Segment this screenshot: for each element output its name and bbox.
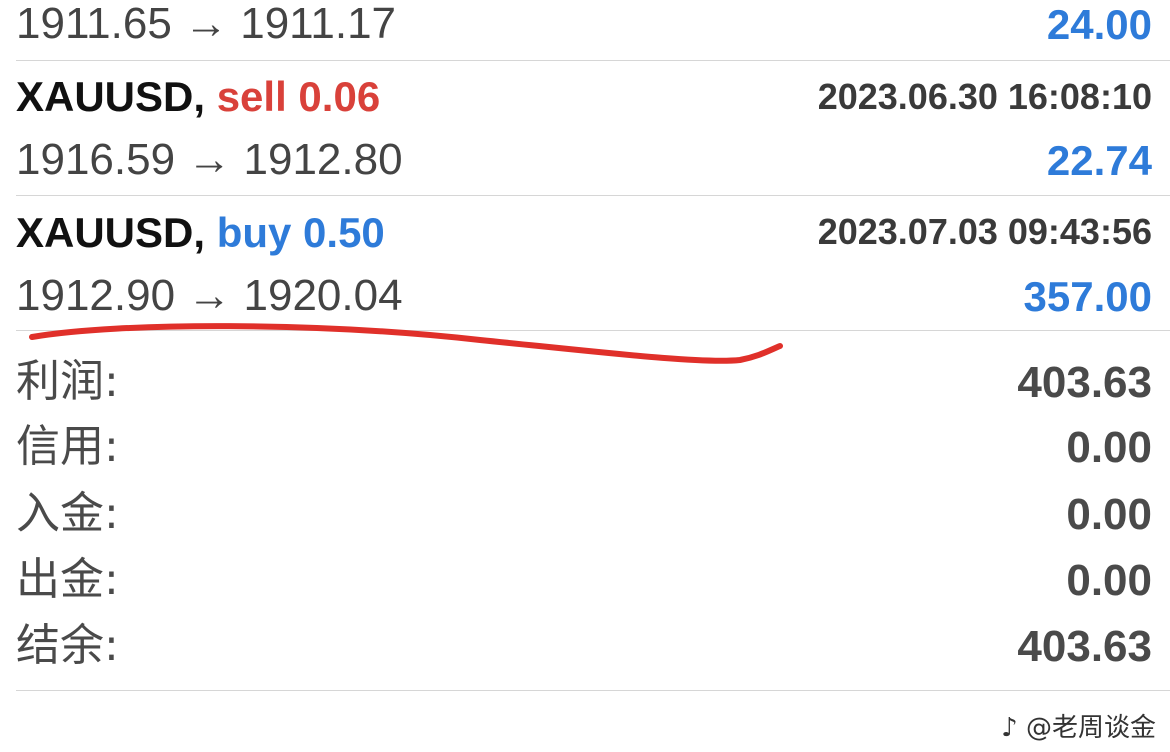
summary-label-profit: 利润: bbox=[16, 356, 119, 407]
watermark: ♪ @老周谈金 bbox=[1001, 707, 1156, 744]
red-underline-annotation bbox=[29, 323, 783, 364]
summary-value-credit: 0.00 bbox=[1066, 423, 1152, 472]
watermark-text: @老周谈金 bbox=[1025, 713, 1156, 743]
summary-label-balance: 结余: bbox=[16, 620, 119, 671]
summary-label-deposit: 入金: bbox=[16, 488, 119, 539]
summary-label-withdrawal: 出金: bbox=[16, 554, 119, 605]
summary-label-credit: 信用: bbox=[16, 421, 119, 472]
summary-value-withdrawal: 0.00 bbox=[1066, 556, 1152, 605]
summary-value-deposit: 0.00 bbox=[1066, 490, 1152, 539]
platform-logo-icon: ♪ bbox=[1001, 713, 1018, 743]
divider bbox=[16, 690, 1170, 691]
summary-value-balance: 403.63 bbox=[1017, 622, 1152, 671]
summary-value-profit: 403.63 bbox=[1017, 358, 1152, 407]
